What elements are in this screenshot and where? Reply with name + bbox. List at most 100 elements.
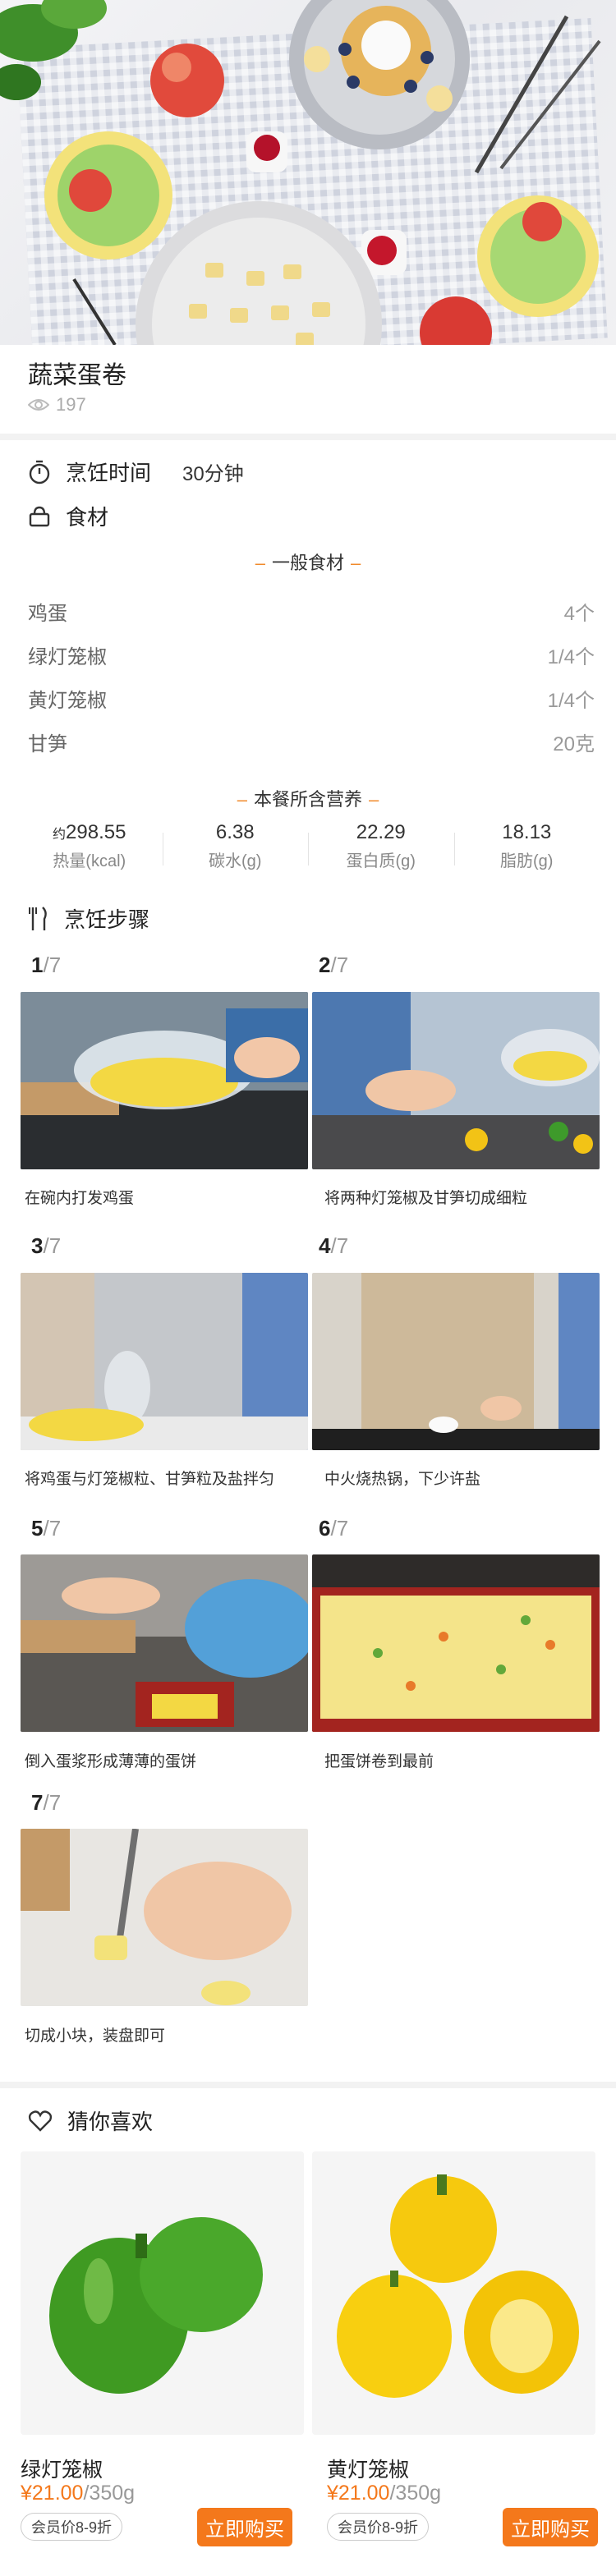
ingredient-amount: 20克 xyxy=(553,733,595,755)
ingredient-name: 黄灯笼椒 xyxy=(28,690,107,712)
nutrition-prefix: 约 xyxy=(53,828,67,842)
step-number: 5/7 xyxy=(31,1516,61,1541)
nutrition-label: 热量(kcal) xyxy=(53,852,126,870)
section-divider xyxy=(0,2082,616,2088)
view-count-value: 197 xyxy=(56,394,86,415)
vip-price-tag: 会员价8-9折 xyxy=(327,2513,430,2541)
nutrition-label: 碳水(g) xyxy=(209,852,262,870)
step-index: 4 xyxy=(319,1233,331,1258)
hero-image xyxy=(0,0,616,345)
recommend-label: 猜你喜欢 xyxy=(67,2110,154,2134)
step-number: 2/7 xyxy=(319,953,348,978)
step-caption: 把蛋饼卷到最前 xyxy=(324,1753,434,1770)
ingredient-row: 绿灯笼椒 1/4个 xyxy=(28,641,595,669)
utensils-icon xyxy=(29,906,47,930)
step-photo xyxy=(312,1273,600,1450)
price-value: ¥21.00 xyxy=(327,2482,390,2505)
nutrition-value: 6.38 xyxy=(215,821,255,843)
ingredients-label: 食材 xyxy=(66,505,109,530)
general-ingredients-heading: – 一般食材 – xyxy=(255,553,361,573)
step-caption: 在碗内打发鸡蛋 xyxy=(25,1190,135,1207)
step-index: 7 xyxy=(31,1790,44,1815)
product-name[interactable]: 绿灯笼椒 xyxy=(21,2454,103,2483)
step-number: 7/7 xyxy=(31,1790,61,1816)
step-photo xyxy=(21,1554,308,1732)
general-ingredients-label: 一般食材 xyxy=(271,553,344,573)
cook-time-row: 烹饪时间 30分钟 xyxy=(28,457,244,487)
price-value: ¥21.00 xyxy=(21,2482,84,2505)
basket-icon xyxy=(29,506,50,526)
product-price: ¥21.00/350g xyxy=(21,2482,135,2505)
ingredient-name: 绿灯笼椒 xyxy=(28,646,107,668)
recipe-title: 蔬菜蛋卷 xyxy=(28,362,126,389)
section-divider xyxy=(0,434,616,440)
nutrition-value: 298.55 xyxy=(66,821,126,843)
buy-now-button[interactable]: 立即购买 xyxy=(197,2508,292,2546)
nutrition-label: 脂肪(g) xyxy=(500,852,554,870)
timer-icon xyxy=(29,460,50,484)
nutrition-item: 6.38 碳水(g) xyxy=(162,821,309,879)
ingredient-name: 鸡蛋 xyxy=(28,603,67,625)
ingredient-row: 黄灯笼椒 1/4个 xyxy=(28,684,595,713)
step-image xyxy=(21,1829,308,2006)
step-total: /7 xyxy=(43,953,62,977)
eye-icon xyxy=(28,399,49,411)
nutrition-label: 蛋白质(g) xyxy=(346,852,416,870)
recommend-heading: 猜你喜欢 xyxy=(28,2105,153,2136)
nutrition-value: 22.29 xyxy=(356,821,406,843)
step-index: 6 xyxy=(319,1516,331,1541)
ingredient-row: 甘笋 20克 xyxy=(28,728,595,756)
nutrition-value: 18.13 xyxy=(502,821,552,843)
vip-price-tag: 会员价8-9折 xyxy=(21,2513,123,2541)
step-caption: 将两种灯笼椒及甘笋切成细粒 xyxy=(324,1190,528,1207)
buy-now-button[interactable]: 立即购买 xyxy=(503,2508,598,2546)
ingredient-amount: 1/4个 xyxy=(547,690,595,712)
step-total: /7 xyxy=(43,1516,62,1541)
nutrition-heading: – 本餐所含营养 – xyxy=(237,789,379,810)
step-index: 3 xyxy=(31,1233,44,1258)
step-photo xyxy=(312,992,600,1169)
step-photo xyxy=(21,1273,308,1450)
heart-icon xyxy=(28,2110,53,2132)
ingredient-row: 鸡蛋 4个 xyxy=(28,597,595,626)
step-number: 3/7 xyxy=(31,1233,61,1259)
step-total: /7 xyxy=(43,1790,62,1815)
step-index: 1 xyxy=(31,953,44,977)
step-caption: 将鸡蛋与灯笼椒粒、甘笋粒及盐拌匀 xyxy=(25,1471,275,1488)
step-image xyxy=(21,1554,308,1732)
step-caption: 中火烧热锅，下少许盐 xyxy=(324,1471,481,1488)
step-total: /7 xyxy=(43,1233,62,1258)
steps-heading: 烹饪步骤 xyxy=(28,903,149,934)
steps-label: 烹饪步骤 xyxy=(64,907,150,932)
step-caption: 切成小块，装盘即可 xyxy=(25,2027,166,2045)
nutrition-item: 22.29 蛋白质(g) xyxy=(308,821,454,879)
nutrition-item: 18.13 脂肪(g) xyxy=(453,821,600,879)
step-image xyxy=(312,1554,600,1732)
cook-time-value: 30分钟 xyxy=(182,463,244,485)
nutrition-item: 约298.55 热量(kcal) xyxy=(16,821,163,879)
step-number: 4/7 xyxy=(319,1233,348,1259)
step-photo xyxy=(21,992,308,1169)
step-caption: 倒入蛋浆形成薄薄的蛋饼 xyxy=(25,1753,197,1770)
nutrition-summary: 约298.55 热量(kcal) 6.38 碳水(g) 22.29 蛋白质(g)… xyxy=(16,821,600,879)
hero-illustration xyxy=(0,0,601,345)
ingredient-name: 甘笋 xyxy=(28,733,67,755)
product-name[interactable]: 黄灯笼椒 xyxy=(327,2454,409,2483)
step-photo xyxy=(312,1554,600,1732)
nutrition-label: 本餐所含营养 xyxy=(253,789,362,810)
step-index: 2 xyxy=(319,953,331,977)
step-photo xyxy=(21,1829,308,2006)
step-image xyxy=(312,1273,600,1450)
step-image xyxy=(312,992,600,1169)
ingredient-amount: 4个 xyxy=(563,603,595,625)
price-unit: /350g xyxy=(83,2482,136,2505)
step-number: 1/7 xyxy=(31,953,61,978)
green-pepper-image xyxy=(21,2151,304,2435)
price-unit: /350g xyxy=(389,2482,442,2505)
view-count: 197 xyxy=(28,394,86,416)
cook-time-label: 烹饪时间 xyxy=(66,461,152,485)
product-card-green-pepper[interactable] xyxy=(21,2151,304,2435)
step-total: /7 xyxy=(330,1516,349,1541)
product-card-yellow-pepper[interactable] xyxy=(312,2151,595,2435)
step-image xyxy=(21,1273,308,1450)
